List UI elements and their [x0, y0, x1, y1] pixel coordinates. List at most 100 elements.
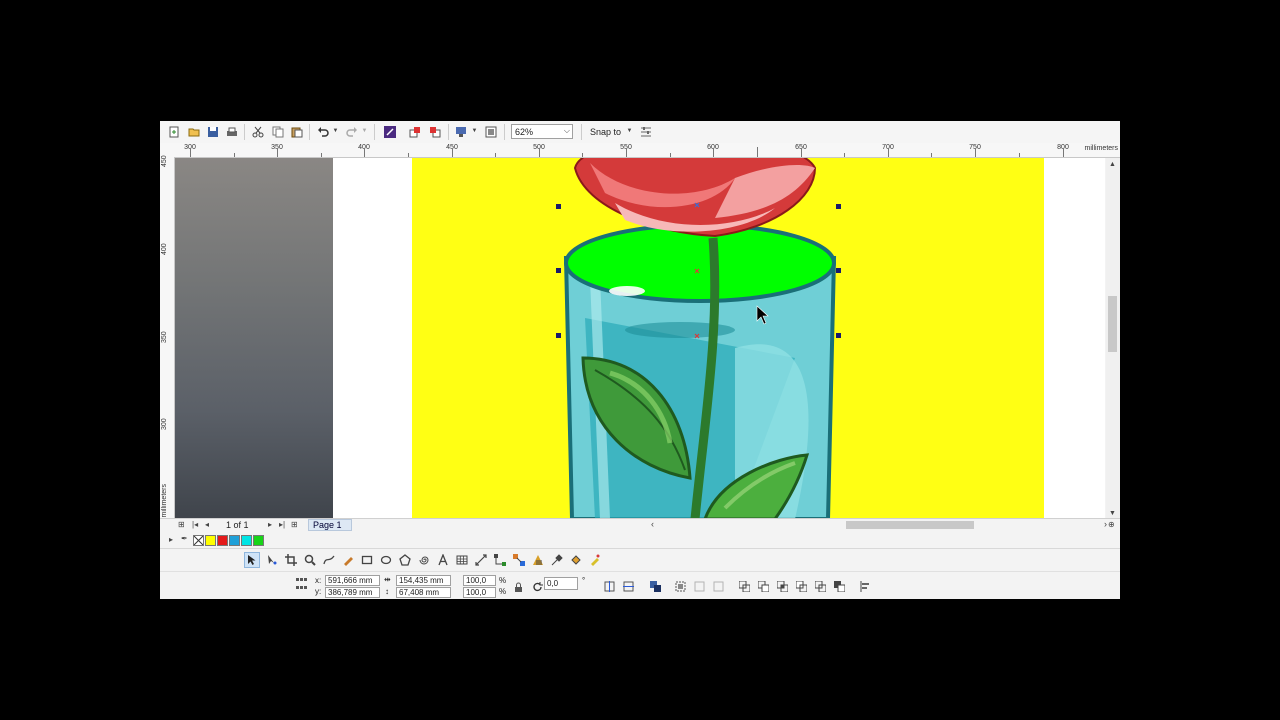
next-page-icon[interactable]: ▸ — [268, 520, 272, 529]
intersect-icon[interactable] — [775, 579, 789, 593]
drawing-canvas[interactable] — [175, 158, 1105, 519]
polygon-tool-icon[interactable] — [397, 552, 413, 568]
previous-page-icon[interactable]: ◂ — [205, 520, 209, 529]
back-minus-front-icon[interactable] — [832, 579, 846, 593]
first-page-icon[interactable]: |◂ — [192, 520, 198, 529]
ruler-unit-label: millimeters — [1084, 145, 1118, 152]
freehand-tool-icon[interactable] — [321, 552, 337, 568]
ruler-label: 350 — [161, 331, 168, 343]
group-icon[interactable] — [673, 579, 687, 593]
color-swatch-yellow[interactable] — [205, 535, 216, 546]
options-icon[interactable] — [638, 124, 654, 140]
color-swatch-blue[interactable] — [229, 535, 240, 546]
color-swatch-cyan[interactable] — [241, 535, 252, 546]
height-field[interactable]: 67,408 mm — [396, 587, 451, 598]
smart-fill-tool-icon[interactable] — [587, 552, 603, 568]
ellipse-tool-icon[interactable] — [378, 552, 394, 568]
undo-icon[interactable] — [315, 124, 331, 140]
add-page-after-icon[interactable]: ⊞ — [291, 520, 298, 529]
simplify-icon[interactable] — [794, 579, 808, 593]
page-tab[interactable]: Page 1 — [308, 519, 352, 531]
connector-tool-icon[interactable] — [492, 552, 508, 568]
width-icon: ⇹ — [384, 575, 391, 584]
ungroup-icon[interactable] — [692, 579, 706, 593]
text-tool-icon[interactable] — [435, 552, 451, 568]
color-swatch-red[interactable] — [217, 535, 228, 546]
ruler-unit-label: millimeters — [161, 483, 168, 517]
ruler-label: 450 — [161, 155, 168, 167]
open-icon[interactable] — [186, 124, 202, 140]
redo-dropdown-icon[interactable]: ▼ — [361, 126, 368, 136]
trim-icon[interactable] — [756, 579, 770, 593]
y-position-field[interactable]: 386,789 mm — [325, 587, 380, 598]
width-field[interactable]: 154,435 mm — [396, 575, 451, 586]
pick-tool-icon[interactable] — [244, 552, 260, 568]
launcher-dropdown-icon[interactable]: ▼ — [471, 126, 478, 136]
redo-icon[interactable] — [344, 124, 360, 140]
height-icon: ↕ — [385, 587, 389, 596]
page-navigator: ⊞ |◂ ◂ 1 of 1 ▸ ▸| ⊞ Page 1 ‹ › ⊕ — [160, 518, 1120, 532]
add-page-icon[interactable]: ⊞ — [178, 520, 185, 529]
scroll-up-icon[interactable]: ▲ — [1109, 161, 1116, 168]
copy-icon[interactable] — [270, 124, 286, 140]
snap-dropdown-icon[interactable]: ▼ — [626, 126, 633, 136]
new-icon[interactable] — [166, 124, 182, 140]
scroll-left-icon[interactable]: ‹ — [651, 519, 654, 529]
no-color-swatch[interactable] — [193, 535, 204, 546]
mirror-vertical-icon[interactable] — [621, 579, 635, 593]
artistic-media-tool-icon[interactable] — [340, 552, 356, 568]
rotation-icon — [530, 580, 544, 594]
rectangle-tool-icon[interactable] — [359, 552, 375, 568]
zoom-tool-icon[interactable] — [302, 552, 318, 568]
last-page-icon[interactable]: ▸| — [279, 520, 285, 529]
combine-icon[interactable] — [648, 579, 662, 593]
spiral-tool-icon[interactable] — [416, 552, 432, 568]
print-icon[interactable] — [224, 124, 240, 140]
eyedropper-icon[interactable]: ✒ — [181, 534, 188, 543]
vertical-scrollbar[interactable]: ▲ ▼ — [1106, 158, 1120, 519]
publish-pdf-icon[interactable] — [483, 124, 499, 140]
lock-ratio-icon[interactable] — [511, 580, 525, 594]
save-icon[interactable] — [205, 124, 221, 140]
cut-icon[interactable] — [250, 124, 266, 140]
transparency-tool-icon[interactable] — [530, 552, 546, 568]
export-icon[interactable] — [427, 124, 443, 140]
horizontal-scroll-thumb[interactable] — [846, 521, 974, 529]
palette-menu-icon[interactable]: ▸ — [169, 535, 173, 544]
y-label: y: — [315, 587, 322, 596]
zoom-level-select[interactable]: 62% ⌵ — [511, 124, 573, 139]
scale-y-field[interactable]: 100,0 — [463, 587, 496, 598]
eyedropper-tool-icon[interactable] — [549, 552, 565, 568]
import-icon[interactable] — [407, 124, 423, 140]
mirror-horizontal-icon[interactable] — [602, 579, 616, 593]
table-tool-icon[interactable] — [454, 552, 470, 568]
interactive-fill-tool-icon[interactable] — [568, 552, 584, 568]
dimension-tool-icon[interactable] — [473, 552, 489, 568]
horizontal-scrollbar[interactable]: ‹ › — [649, 519, 1107, 531]
horizontal-ruler[interactable]: 300 350 400 450 500 550 600 650 700 750 … — [160, 143, 1120, 158]
blend-tool-icon[interactable] — [511, 552, 527, 568]
scroll-right-icon[interactable]: › — [1104, 519, 1107, 529]
object-origin-icon[interactable] — [294, 576, 308, 590]
application-launcher-icon[interactable] — [453, 124, 469, 140]
front-minus-back-icon[interactable] — [813, 579, 827, 593]
search-content-icon[interactable] — [382, 124, 398, 140]
undo-dropdown-icon[interactable]: ▼ — [332, 126, 339, 136]
rose-in-glass-artwork[interactable] — [175, 158, 1105, 519]
crop-tool-icon[interactable] — [283, 552, 299, 568]
snap-to-button[interactable]: Snap to — [590, 127, 621, 137]
shape-tool-icon[interactable] — [264, 552, 280, 568]
scroll-down-icon[interactable]: ▼ — [1109, 510, 1116, 517]
color-swatch-green[interactable] — [253, 535, 264, 546]
x-position-field[interactable]: 591,666 mm — [325, 575, 380, 586]
paste-icon[interactable] — [289, 124, 305, 140]
coreldraw-window: ▼ ▼ ▼ 62% ⌵ Snap to ▼ 300 350 400 450 500… — [160, 121, 1120, 599]
zoom-navigator-icon[interactable]: ⊕ — [1108, 520, 1115, 529]
align-distribute-icon[interactable] — [858, 579, 872, 593]
scale-x-field[interactable]: 100,0 — [463, 575, 496, 586]
weld-icon[interactable] — [737, 579, 751, 593]
rotation-angle-field[interactable]: 0,0 — [544, 577, 578, 590]
vertical-ruler[interactable]: 450 400 350 300 millimeters — [160, 155, 175, 519]
vertical-scroll-thumb[interactable] — [1108, 296, 1117, 352]
ungroup-all-icon[interactable] — [711, 579, 725, 593]
